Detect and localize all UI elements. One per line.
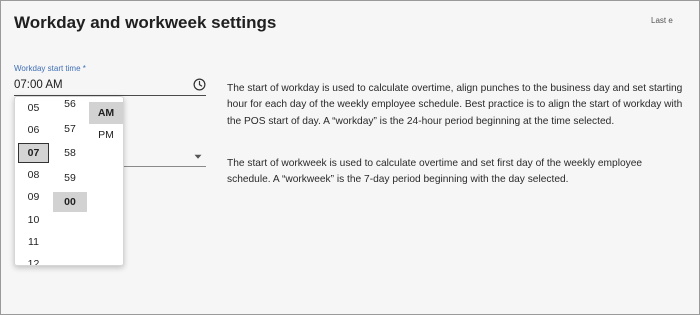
period-option[interactable]: AM (89, 102, 123, 124)
time-picker-popup: 05 06 07 08 09 10 11 12 56 57 58 59 00 AM PM (14, 96, 124, 266)
minute-option[interactable]: 00 (53, 192, 87, 212)
hour-option[interactable]: 09 (18, 187, 49, 207)
workday-start-label: Workday start time * (14, 64, 86, 73)
hour-option[interactable]: 08 (18, 165, 49, 185)
hour-option[interactable]: 12 (18, 254, 49, 265)
clock-icon[interactable] (193, 78, 206, 91)
hour-option[interactable]: 11 (18, 232, 49, 252)
workday-start-time-value: 07:00 AM (14, 79, 63, 91)
minute-option[interactable]: 57 (53, 119, 87, 139)
last-edited-text: Last e (651, 16, 673, 25)
workday-start-time-input[interactable]: 07:00 AM (14, 76, 206, 96)
workday-description: The start of workday is used to calculat… (227, 83, 683, 127)
hour-option[interactable]: 06 (18, 120, 49, 140)
minute-option[interactable]: 56 (53, 97, 87, 114)
workweek-start-dropdown[interactable] (121, 149, 206, 167)
period-option[interactable]: PM (89, 124, 123, 146)
page-title: Workday and workweek settings (14, 13, 277, 32)
minute-option[interactable]: 59 (53, 168, 87, 188)
chevron-down-icon (194, 154, 202, 159)
hour-option[interactable]: 10 (18, 210, 49, 230)
minute-option[interactable]: 58 (53, 143, 87, 163)
workweek-description: The start of workweek is used to calcula… (227, 158, 643, 186)
settings-panel: Workday and workweek settings Last e Wor… (0, 0, 700, 315)
hour-option[interactable]: 07 (18, 142, 49, 163)
hour-option[interactable]: 05 (18, 98, 49, 118)
